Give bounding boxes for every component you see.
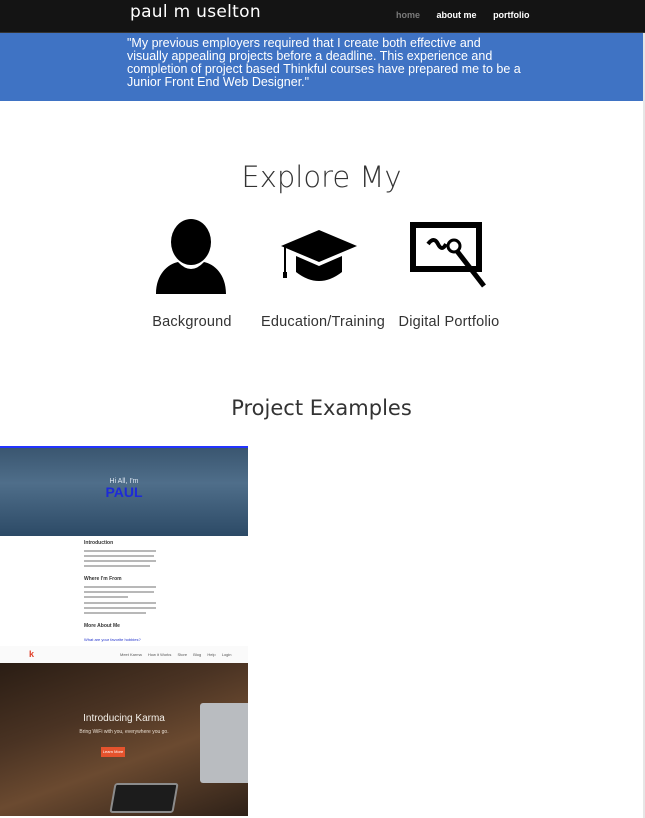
feature-background[interactable]: Background xyxy=(140,314,244,330)
main-nav: home about me portfolio xyxy=(396,10,544,20)
nav-portfolio-link[interactable]: portfolio xyxy=(493,10,530,20)
portfolio-label: Digital Portfolio xyxy=(398,314,500,330)
explore-heading: Explore My xyxy=(241,160,402,194)
graduation-cap-icon[interactable] xyxy=(280,228,358,291)
thumbnail-subtitle: Bring WiFi with you, everywhere you go. xyxy=(79,729,169,735)
thumbnail-nav-link: Store xyxy=(177,652,188,657)
text-line xyxy=(84,607,156,609)
project-thumbnail-karma[interactable]: k Meet Karma How it Works Store Blog Hel… xyxy=(0,646,248,816)
nav-about-link[interactable]: about me xyxy=(437,10,477,20)
top-navbar: paul m uselton home about me portfolio xyxy=(0,0,645,33)
thumbnail-hero-photo: Introducing Karma Bring WiFi with you, e… xyxy=(0,663,248,816)
thumbnail-learn-more: Learn More xyxy=(101,747,125,757)
thumbnail-hero: Hi All, I'm PAUL xyxy=(0,448,248,536)
nav-home-link[interactable]: home xyxy=(396,10,420,20)
thumbnail-navbar: k Meet Karma How it Works Store Blog Hel… xyxy=(0,646,248,664)
thumbnail-heading: More About Me xyxy=(84,623,120,629)
tablet-shape xyxy=(109,783,179,813)
feature-portfolio[interactable]: Digital Portfolio xyxy=(392,314,506,330)
thumbnail-title: Introducing Karma xyxy=(83,713,165,724)
thumbnail-heading: Where I'm From xyxy=(84,576,122,582)
text-line xyxy=(84,612,146,614)
feature-education[interactable]: Education/Training xyxy=(254,314,392,330)
quote-banner: "My previous employers required that I c… xyxy=(0,33,643,101)
background-label: Background xyxy=(152,314,232,330)
thumbnail-nav-link: Blog xyxy=(193,652,202,657)
thumbnail-link: What are your favorite hobbies? xyxy=(84,637,141,642)
drawing-tablet-icon[interactable] xyxy=(410,222,488,297)
text-line xyxy=(84,565,150,567)
thumbnail-nav-link: How it Works xyxy=(147,652,172,657)
thumbnail-nav-link: Login xyxy=(221,652,232,657)
project-examples-heading: Project Examples xyxy=(231,396,412,420)
text-line xyxy=(84,602,156,604)
thumbnail-body: Introduction Where I'm From More About M… xyxy=(0,536,248,648)
person-icon[interactable] xyxy=(154,218,228,301)
thumbnail-nav-link: Help xyxy=(207,652,216,657)
education-label: Education/Training xyxy=(261,314,385,330)
karma-logo: k xyxy=(29,649,35,659)
thumbnail-heading: Introduction xyxy=(84,540,114,546)
site-brand[interactable]: paul m uselton xyxy=(130,2,261,22)
text-line xyxy=(84,596,128,598)
text-line xyxy=(84,586,156,588)
text-line xyxy=(84,591,154,593)
thumbnail-name: PAUL xyxy=(105,484,143,500)
thumbnail-nav-link: Meet Karma xyxy=(120,652,142,657)
text-line xyxy=(84,560,156,562)
quote-text: "My previous employers required that I c… xyxy=(127,36,521,89)
text-line xyxy=(84,555,154,557)
text-line xyxy=(84,550,156,552)
thumbnail-nav-links: Meet Karma How it Works Store Blog Help … xyxy=(120,652,237,657)
project-thumbnail-portfolio[interactable]: Hi All, I'm PAUL Introduction Where I'm … xyxy=(0,446,248,648)
